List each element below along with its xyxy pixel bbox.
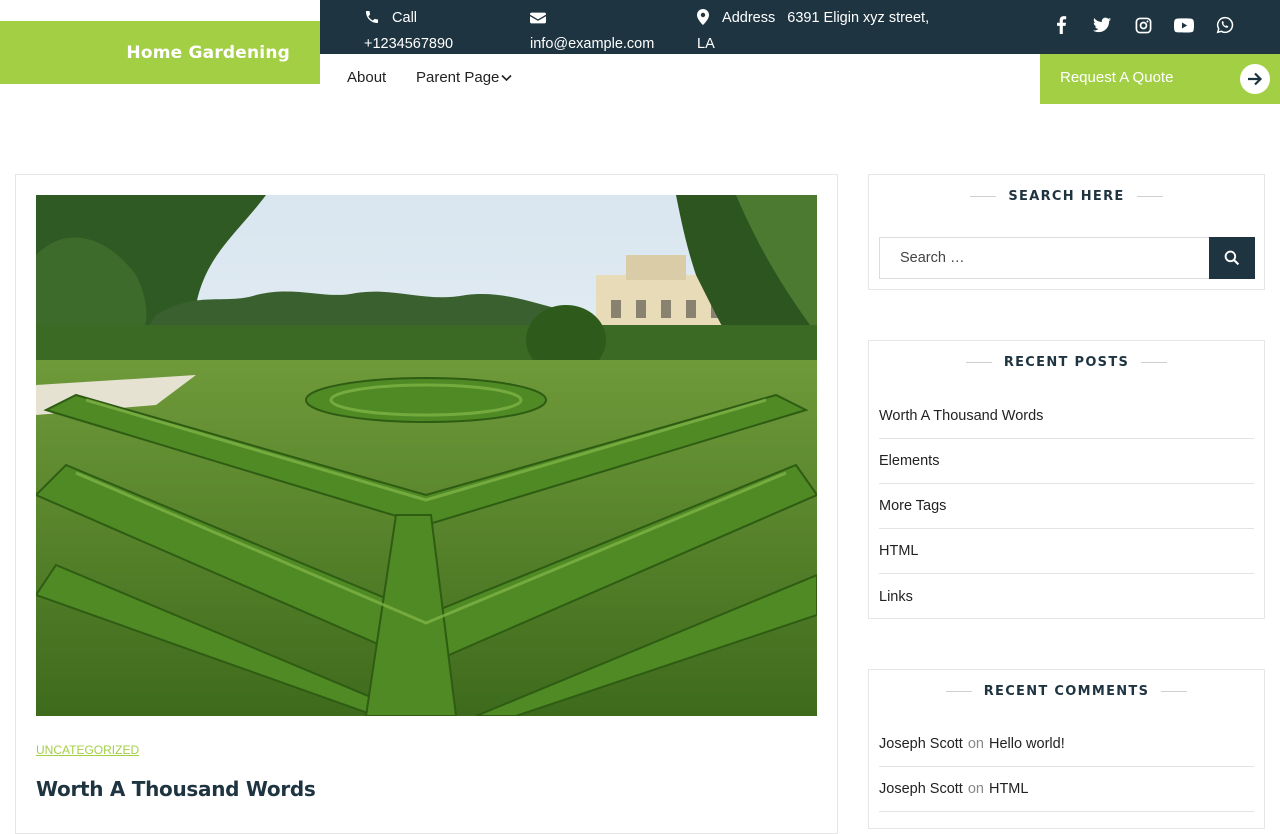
call-label: Call — [392, 10, 418, 26]
recent-comments-list: Joseph Scott on Hello world! Joseph Scot… — [879, 722, 1254, 812]
address-value: 6391 Eligin xyz street, — [787, 10, 930, 26]
contact-phone[interactable]: Call +1234567890 — [364, 5, 484, 57]
top-contact-bar: Call +1234567890 info@example.com Addres… — [320, 0, 1280, 54]
search-icon — [1224, 250, 1240, 266]
social-links — [1050, 14, 1236, 36]
site-logo-block: Home Gardening — [0, 0, 320, 84]
search-widget: SEARCH HERE — [868, 174, 1265, 290]
recent-post-link[interactable]: Links — [879, 589, 913, 605]
search-widget-heading: SEARCH HERE — [1008, 189, 1125, 204]
post-card: UNCATEGORIZED Worth A Thousand Words — [15, 174, 838, 834]
twitter-icon[interactable] — [1091, 14, 1113, 36]
comment-on-text: on — [967, 736, 984, 752]
nav-item-parent-page-label: Parent Page — [416, 69, 500, 86]
phone-icon — [364, 10, 384, 26]
recent-post-link[interactable]: Elements — [879, 453, 939, 469]
recent-comments-title: RECENT COMMENTS — [869, 684, 1264, 699]
comment-on-text: on — [967, 781, 984, 797]
search-input[interactable] — [879, 237, 1210, 279]
comment-author-link[interactable]: Joseph Scott — [879, 736, 963, 752]
facebook-icon[interactable] — [1050, 14, 1072, 36]
logo-top-strip — [0, 0, 320, 21]
site-logo[interactable]: Home Gardening — [0, 21, 320, 84]
chevron-down-icon — [501, 74, 512, 82]
envelope-icon — [530, 10, 546, 26]
post-category-link[interactable]: UNCATEGORIZED — [36, 743, 139, 757]
request-quote-button[interactable]: Request A Quote — [1040, 54, 1280, 104]
address-value-line-2: LA — [697, 36, 715, 52]
phone-number[interactable]: +1234567890 — [364, 36, 453, 52]
search-button[interactable] — [1209, 237, 1255, 279]
post-featured-image[interactable] — [36, 195, 817, 716]
recent-post-link[interactable]: HTML — [879, 543, 918, 559]
nav-item-about[interactable]: About — [347, 69, 386, 86]
recent-posts-widget: RECENT POSTS Worth A Thousand Words Elem… — [868, 340, 1265, 619]
recent-posts-title: RECENT POSTS — [869, 355, 1264, 370]
recent-comments-widget: RECENT COMMENTS Joseph Scott on Hello wo… — [868, 669, 1265, 829]
recent-posts-list: Worth A Thousand Words Elements More Tag… — [879, 394, 1254, 619]
comment-post-link[interactable]: HTML — [989, 781, 1028, 797]
instagram-icon[interactable] — [1132, 14, 1154, 36]
nav-item-parent-page[interactable]: Parent Page — [416, 69, 512, 86]
comment-author-link[interactable]: Joseph Scott — [879, 781, 963, 797]
site-title[interactable]: Home Gardening — [126, 43, 290, 63]
recent-post-link[interactable]: More Tags — [879, 498, 946, 514]
request-quote-label: Request A Quote — [1060, 69, 1174, 86]
map-marker-icon — [697, 9, 713, 26]
contact-email[interactable]: info@example.com — [530, 5, 680, 57]
list-item: More Tags — [879, 484, 1254, 529]
comment-post-link[interactable]: Hello world! — [989, 736, 1065, 752]
recent-comments-heading: RECENT COMMENTS — [983, 684, 1150, 699]
post-title[interactable]: Worth A Thousand Words — [36, 777, 316, 801]
list-item: Elements — [879, 439, 1254, 484]
list-item: Joseph Scott on Hello world! — [879, 722, 1254, 767]
recent-posts-heading: RECENT POSTS — [1003, 355, 1130, 370]
list-item: Worth A Thousand Words — [879, 394, 1254, 439]
address-label: Address — [722, 10, 776, 26]
main-navigation: About Parent Page — [320, 54, 1040, 104]
whatsapp-icon[interactable] — [1214, 14, 1236, 36]
arrow-right-icon — [1240, 64, 1270, 94]
recent-post-link[interactable]: Worth A Thousand Words — [879, 408, 1043, 424]
contact-address: Address 6391 Eligin xyz street, LA — [697, 5, 957, 57]
list-item: Joseph Scott on HTML — [879, 767, 1254, 812]
list-item: Links — [879, 574, 1254, 619]
search-widget-title: SEARCH HERE — [869, 189, 1264, 204]
list-item: HTML — [879, 529, 1254, 574]
youtube-icon[interactable] — [1173, 14, 1195, 36]
email-address[interactable]: info@example.com — [530, 36, 654, 52]
